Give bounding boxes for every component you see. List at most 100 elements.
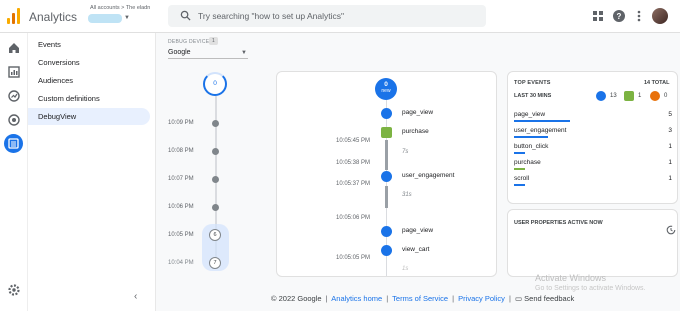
minute-dot[interactable]	[212, 120, 219, 127]
account-breadcrumb[interactable]: All accounts > The eladn	[90, 5, 150, 11]
minute-dot[interactable]	[212, 148, 219, 155]
event-gap: 31s	[402, 192, 412, 198]
windows-activation-subtext: Go to Settings to activate Windows.	[535, 285, 646, 292]
advertising-icon[interactable]	[7, 113, 21, 127]
top-event-row[interactable]: scroll 1	[514, 175, 672, 191]
event-gap: 1s	[402, 266, 409, 272]
stream-event[interactable]: purchase	[402, 128, 429, 135]
configure-icon[interactable]	[4, 134, 23, 153]
nav-item-conversions[interactable]: Conversions	[28, 54, 150, 71]
event-time: 10:05:38 PM	[336, 160, 371, 166]
collapse-nav-chevron-icon[interactable]: ‹	[134, 291, 137, 302]
top-event-value: 1	[668, 143, 672, 150]
nav-item-events[interactable]: Events	[28, 36, 150, 53]
chevron-down-icon[interactable]: ▼	[124, 15, 130, 21]
event-time: 10:05:37 PM	[336, 181, 371, 187]
apps-grid-icon[interactable]	[591, 9, 605, 23]
user-properties-title: USER PROPERTIES ACTIVE NOW	[514, 220, 603, 226]
home-icon[interactable]	[7, 41, 21, 55]
nav-item-debugview[interactable]: DebugView	[28, 108, 150, 125]
stream-event[interactable]: page_view	[402, 227, 433, 234]
minute-time: 10:08 PM	[168, 148, 194, 154]
events-count-blue: 13	[610, 93, 617, 99]
top-event-bar	[514, 136, 548, 138]
event-time: 10:05:06 PM	[336, 215, 371, 221]
minute-time: 10:06 PM	[168, 204, 194, 210]
footer-terms-link[interactable]: Terms of Service	[392, 294, 448, 303]
event-time: 10:05:45 PM	[336, 138, 371, 144]
debug-device-count: 1	[209, 37, 218, 45]
top-event-bar	[514, 152, 525, 154]
minute-count[interactable]: 6	[209, 229, 221, 241]
configure-nav: Events Conversions Audiences Custom defi…	[28, 33, 156, 311]
app-title[interactable]: Analytics	[29, 10, 77, 24]
new-events-count: 0	[384, 81, 388, 88]
avatar[interactable]	[652, 8, 668, 24]
minute-time: 10:05 PM	[168, 232, 194, 238]
top-event-value: 1	[668, 159, 672, 166]
footer-analytics-home-link[interactable]: Analytics home	[331, 294, 382, 303]
minute-time: 10:04 PM	[168, 260, 194, 266]
duration-bar	[385, 140, 388, 170]
minute-time: 10:09 PM	[168, 120, 194, 126]
footer-feedback-link[interactable]: Send feedback	[524, 294, 574, 303]
new-events-label: new	[381, 88, 391, 94]
person-icon	[596, 91, 606, 101]
top-event-name: button_click	[514, 143, 549, 150]
stream-event[interactable]: view_cart	[402, 246, 429, 253]
person-icon	[381, 226, 392, 237]
new-events-badge[interactable]: 0 new	[375, 78, 397, 100]
person-icon	[381, 171, 392, 182]
more-vert-icon[interactable]	[632, 9, 646, 23]
person-icon	[381, 245, 392, 256]
nav-item-custom-definitions[interactable]: Custom definitions	[28, 90, 150, 107]
history-icon[interactable]	[666, 225, 676, 235]
explore-icon[interactable]	[7, 89, 21, 103]
top-event-value: 3	[668, 127, 672, 134]
minute-dot[interactable]	[212, 176, 219, 183]
events-count-green: 1	[638, 93, 642, 99]
stream-event[interactable]: page_view	[402, 109, 433, 116]
help-icon[interactable]: ?	[612, 9, 626, 23]
dropdown-caret-icon: ▼	[241, 50, 247, 56]
debug-device-label: DEBUG DEVICE	[168, 39, 210, 45]
error-icon	[650, 91, 660, 101]
minute-dot[interactable]	[212, 204, 219, 211]
redacted-account-name[interactable]	[88, 14, 122, 23]
minute-count[interactable]: 7	[209, 257, 221, 269]
search-icon	[180, 10, 191, 21]
top-event-row[interactable]: button_click 1	[514, 143, 672, 159]
top-event-row[interactable]: page_view 5	[514, 111, 672, 127]
left-rail	[0, 33, 28, 311]
top-event-name: scroll	[514, 175, 530, 182]
top-events-subtitle: LAST 30 MINS	[514, 93, 552, 99]
search-bar[interactable]: Try searching "how to set up Analytics"	[168, 5, 486, 27]
event-gap: 7s	[402, 149, 409, 155]
top-event-value: 5	[668, 111, 672, 118]
footer-copyright: © 2022 Google	[271, 294, 322, 303]
top-event-name: user_engagement	[514, 127, 567, 134]
event-time: 10:05:05 PM	[336, 255, 371, 261]
analytics-logo-icon[interactable]	[7, 8, 21, 24]
debug-device-select[interactable]: Google ▼	[168, 47, 248, 59]
top-event-bar	[514, 168, 525, 170]
settings-gear-icon[interactable]	[7, 283, 21, 297]
reports-icon[interactable]	[7, 65, 21, 79]
top-event-row[interactable]: user_engagement 3	[514, 127, 672, 143]
debug-device-value: Google	[168, 49, 191, 56]
duration-bar	[385, 186, 388, 208]
events-count-orange: 0	[664, 93, 668, 99]
minutes-top-counter[interactable]: 0	[203, 72, 227, 96]
stream-event[interactable]: user_engagement	[402, 172, 454, 179]
nav-item-audiences[interactable]: Audiences	[28, 72, 150, 89]
top-event-name: purchase	[514, 159, 541, 166]
top-events-total: 14 TOTAL	[644, 80, 670, 86]
svg-text:?: ?	[617, 12, 622, 21]
top-event-bar	[514, 184, 525, 186]
flag-icon	[381, 127, 392, 138]
top-event-row[interactable]: purchase 1	[514, 159, 672, 175]
windows-activation-watermark: Activate Windows	[535, 273, 607, 283]
top-bar: Analytics All accounts > The eladn ▼ Try…	[0, 0, 680, 33]
top-event-value: 1	[668, 175, 672, 182]
footer-privacy-link[interactable]: Privacy Policy	[458, 294, 505, 303]
